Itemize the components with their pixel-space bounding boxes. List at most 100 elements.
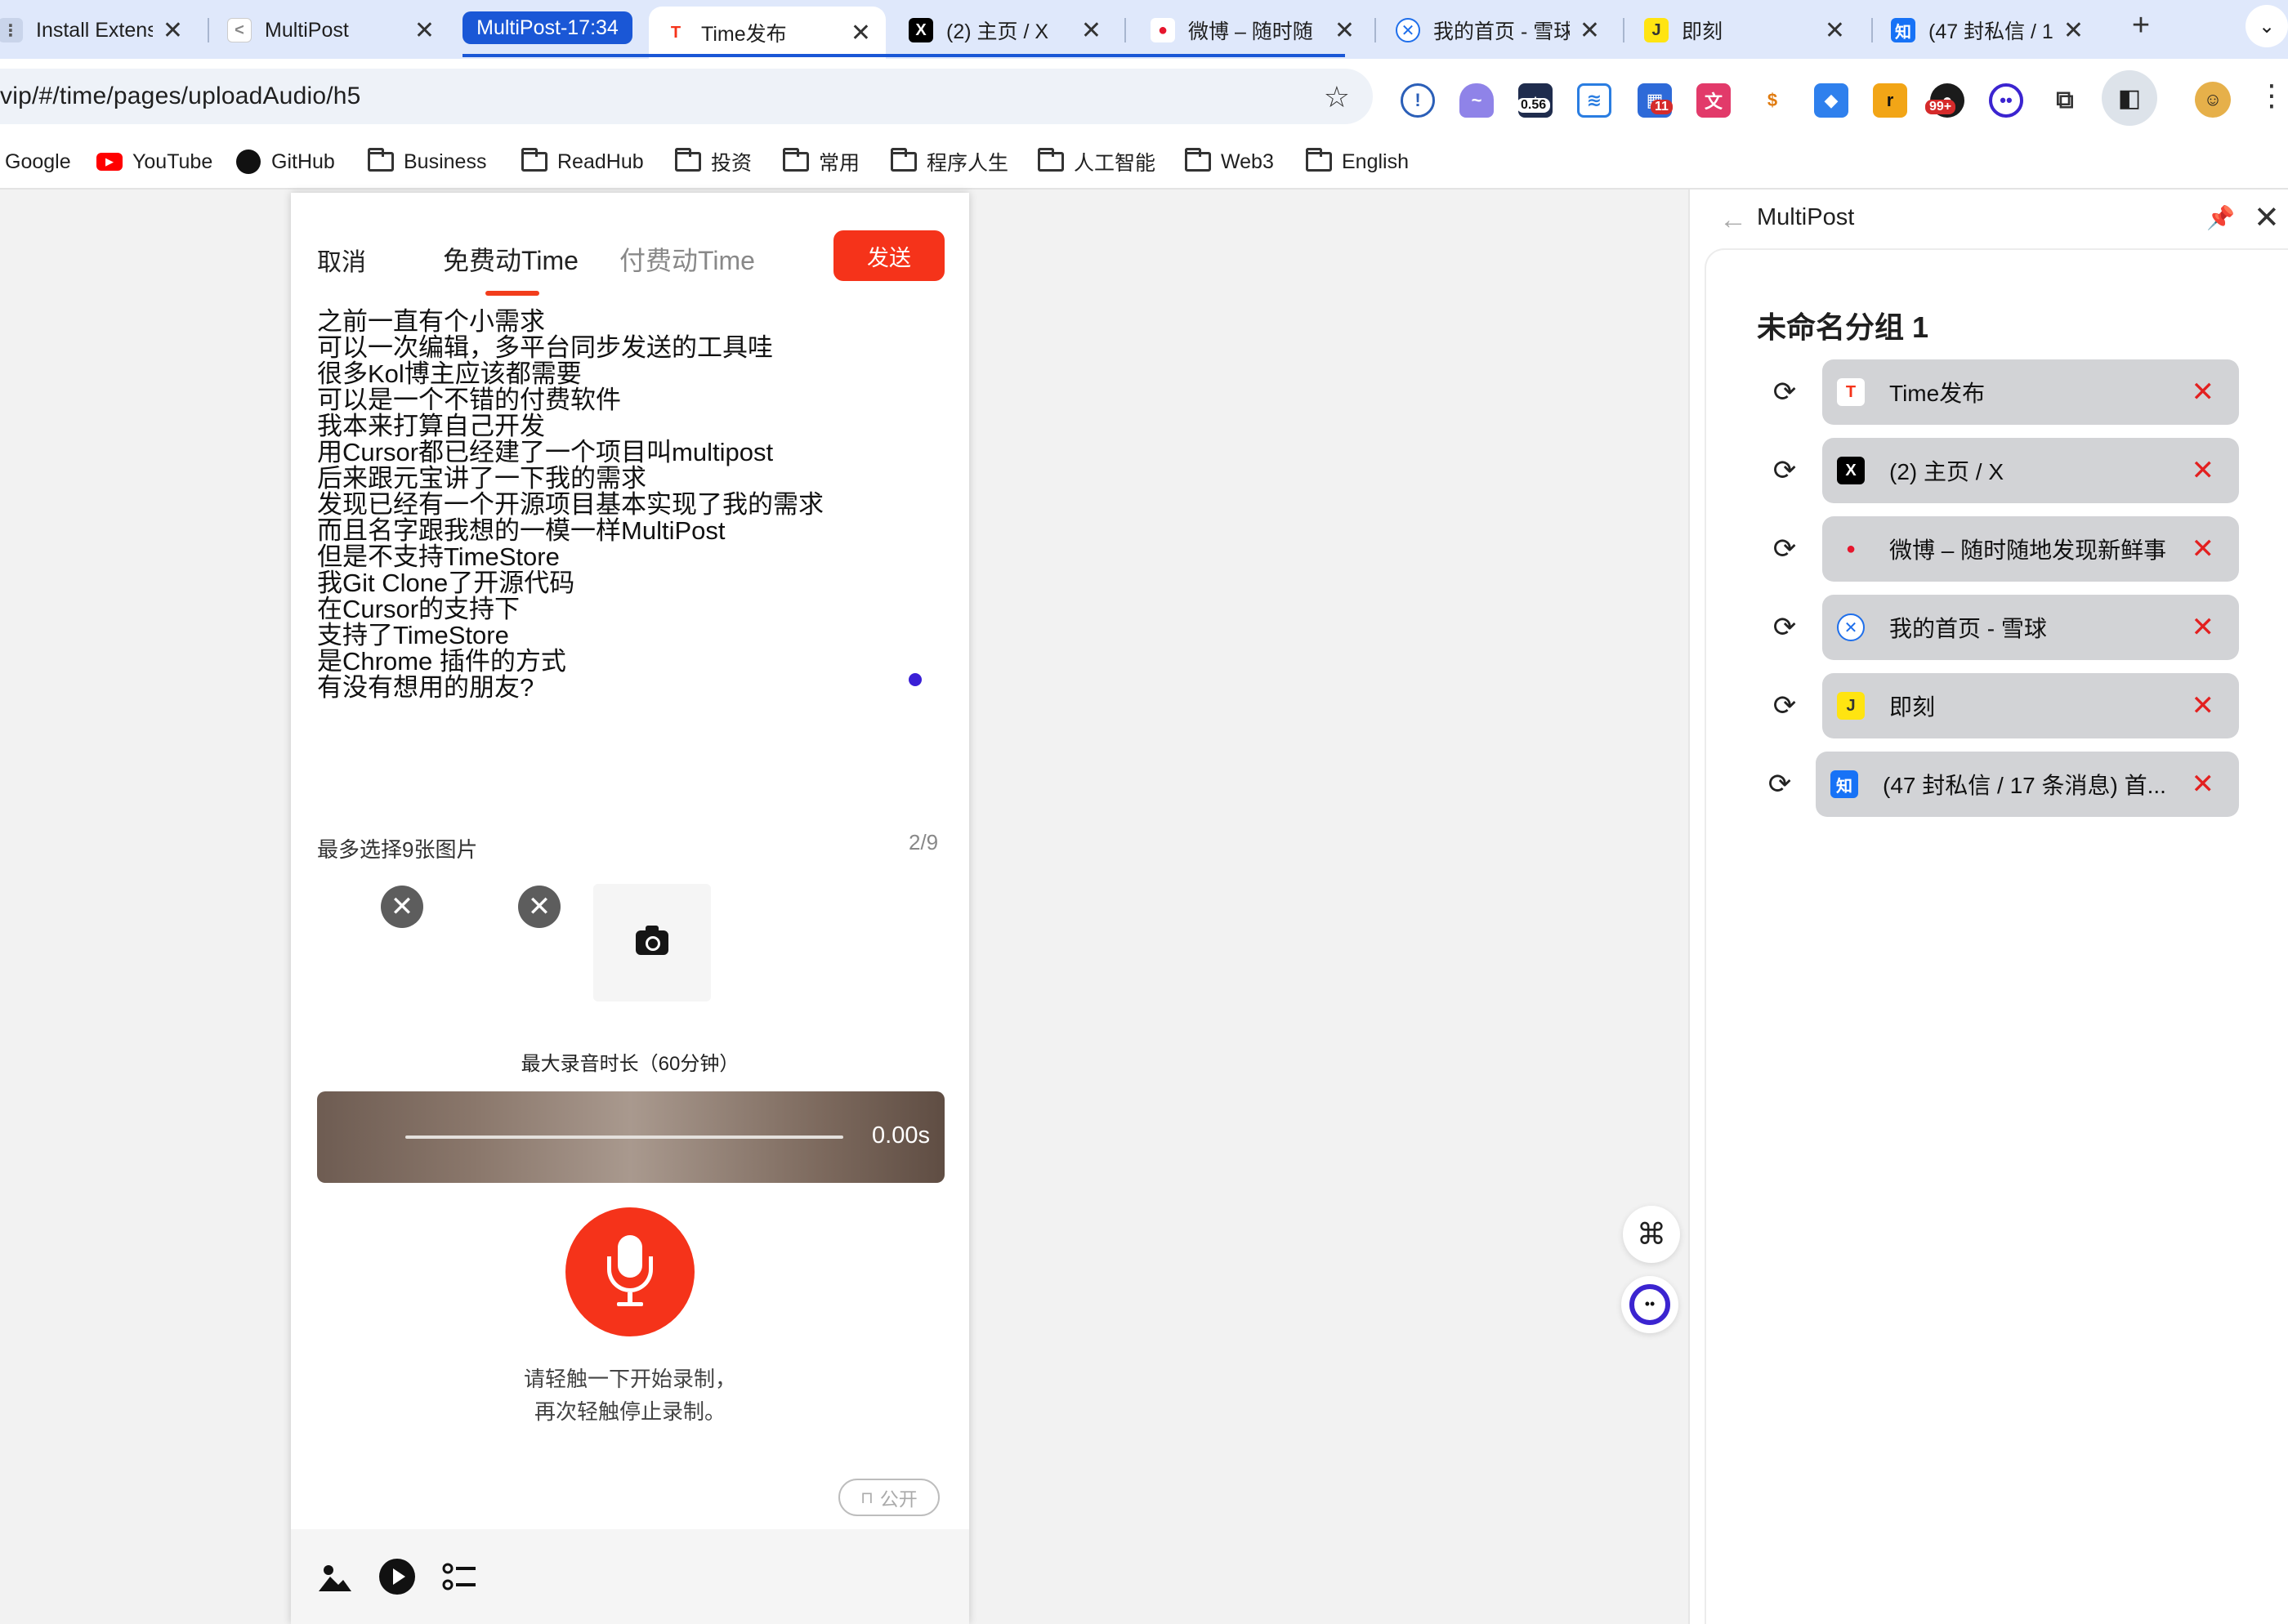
tab-paid-time[interactable]: 付费动Time [619,240,755,278]
translate-icon[interactable]: 文 [1696,83,1731,118]
close-icon[interactable]: ✕ [1580,16,1600,45]
assistant-face-icon[interactable]: •• [1621,1276,1678,1333]
image-picker-icon[interactable] [315,1557,355,1596]
remove-icon[interactable]: ✕ [2192,689,2215,722]
platform-row: ⟳ ● 微博 – 随时随地发现新鲜事 ✕ [1690,516,2288,582]
shield-icon[interactable]: ! [1401,83,1435,118]
refresh-icon[interactable]: ⟳ [1768,689,1801,722]
close-icon[interactable]: ✕ [1825,16,1845,45]
tab-label: Time发布 [701,23,787,46]
new-tab-plus-icon[interactable]: + [2123,8,2159,43]
puzzle-icon[interactable]: ⧉ [2048,83,2082,118]
close-icon[interactable]: ✕ [414,16,435,45]
refresh-icon[interactable]: ⟳ [1768,611,1801,644]
platform-item[interactable]: J 即刻 ✕ [1822,673,2239,738]
refresh-icon[interactable]: ⟳ [1768,533,1801,565]
bookmark-google[interactable]: Google [5,145,71,178]
tab-search-chevron-icon[interactable]: ⌄ [2246,5,2288,47]
tab-multipost[interactable]: < MultiPost ✕ [212,7,449,54]
platform-item[interactable]: T Time发布 ✕ [1822,359,2239,425]
ghost-icon[interactable]: ~ [1459,83,1494,118]
side-panel-toggle-icon[interactable]: ◧ [2102,70,2157,126]
post-content-textarea[interactable]: 之前一直有个小需求 可以一次编辑，多平台同步发送的工具哇 很多Kol博主应该都需… [317,309,938,701]
refresh-icon[interactable]: ⟳ [1763,768,1796,801]
remove-icon[interactable]: ✕ [2192,376,2215,408]
bookmark-folder-programmer[interactable]: 程序人生 [891,145,1008,178]
video-play-icon[interactable] [378,1557,417,1596]
tab-group-underline [463,54,1345,57]
refresh-icon[interactable]: ⟳ [1768,454,1801,487]
inbox-icon[interactable]: ≋ [1577,83,1611,118]
remove-image-2-icon[interactable]: ✕ [518,886,561,928]
close-icon[interactable]: ✕ [851,19,871,47]
face-icon[interactable]: •• [1989,83,2023,118]
refresh-icon[interactable]: ⟳ [1768,376,1801,408]
bookmark-folder-readhub[interactable]: ReadHub [521,145,644,178]
close-icon[interactable]: ✕ [163,16,183,45]
tab-weibo[interactable]: ● 微博 – 随时随 ✕ [1136,7,1370,54]
tab-install-extension[interactable]: ⋮ Install Extensi ✕ [0,7,198,54]
close-icon[interactable]: ✕ [1334,16,1355,45]
x-icon: X [1837,457,1865,484]
tab-zhihu[interactable]: 知 (47 封私信 / 1 ✕ [1876,7,2098,54]
platform-item[interactable]: 知 (47 封私信 / 17 条消息) 首... ✕ [1816,752,2239,817]
bookmark-label: 投资 [711,152,753,175]
close-icon[interactable]: ✕ [1081,16,1102,45]
pin-icon[interactable]: 📌 [2206,204,2235,231]
send-button[interactable]: 发送 [833,230,945,281]
visibility-label: 公开 [879,1488,918,1510]
bookmark-folder-business[interactable]: Business [368,145,486,178]
platform-item[interactable]: X (2) 主页 / X ✕ [1822,438,2239,503]
tab-group-chip[interactable]: MultiPost-17:34 [463,11,632,44]
tab-time-publish[interactable]: T Time发布 ✕ [649,7,886,59]
bookmark-folder-common[interactable]: 常用 [783,145,860,178]
remove-icon[interactable]: ✕ [2192,768,2215,801]
youtube-icon: ▶ [96,151,123,172]
bookmark-folder-web3[interactable]: Web3 [1185,145,1274,178]
back-arrow-icon[interactable]: ← [1719,204,1747,236]
platform-item[interactable]: ● 微博 – 随时随地发现新鲜事 ✕ [1822,516,2239,582]
coin-icon[interactable]: $ [1755,83,1790,118]
remove-icon[interactable]: ✕ [2192,454,2215,487]
close-icon[interactable]: ✕ [2063,16,2084,45]
bookmark-folder-invest[interactable]: 投资 [675,145,752,178]
visibility-toggle[interactable]: ⊓ 公开 [838,1479,940,1516]
tab-free-time[interactable]: 免费动Time [443,240,579,278]
editor-footer [291,1529,969,1624]
record-button[interactable] [565,1207,695,1336]
tab-xueqiu[interactable]: ✕ 我的首页 - 雪球 ✕ [1381,7,1615,54]
record-hint-line1: 请轻触一下开始录制， [523,1367,736,1391]
bookmark-star-icon[interactable]: ☆ [1324,80,1350,114]
tab-jike[interactable]: J 即刻 ✕ [1629,7,1860,54]
bookmark-folder-english[interactable]: English [1306,145,1409,178]
r-icon[interactable]: r [1873,83,1907,118]
meter-label: 0.56 [1517,98,1551,113]
xueqiu-icon: ✕ [1837,613,1865,641]
cancel-button[interactable]: 取消 [317,242,366,278]
add-image-button[interactable] [593,884,711,1002]
bookmark-github[interactable]: GitHub [235,145,335,178]
platform-label: (2) 主页 / X [1889,459,2004,484]
list-options-icon[interactable] [440,1557,479,1596]
record-time: 0.00s [872,1122,930,1149]
content-line: 我Git Clone了开源代码 [317,569,575,597]
box-icon[interactable]: ◆ [1814,83,1848,118]
more-menu-icon[interactable]: ⋮ [2257,78,2286,113]
remove-icon[interactable]: ✕ [2192,533,2215,565]
content-line: 但是不支持TimeStore [317,542,560,571]
address-url[interactable]: vip/#/time/pages/uploadAudio/h5 [0,83,361,110]
tab-x-home[interactable]: X (2) 主页 / X ✕ [894,7,1116,54]
shortcut-command-icon[interactable]: ⌘ [1623,1206,1680,1263]
audio-waveform: 0.00s [317,1091,945,1183]
bookmark-folder-ai[interactable]: 人工智能 [1038,145,1155,178]
avatar[interactable]: ☺ [2195,82,2231,118]
close-icon[interactable]: ✕ [2254,199,2280,236]
address-bar[interactable]: vip/#/time/pages/uploadAudio/h5 ☆ [0,69,1373,124]
side-panel: ← MultiPost 📌 ✕ 未命名分组 1 ⟳ T Time发布 ✕ ⟳ X… [1688,190,2288,1624]
audio-progress-track[interactable] [405,1135,843,1139]
remove-image-1-icon[interactable]: ✕ [381,886,423,928]
folder-icon [1038,148,1064,172]
bookmark-youtube[interactable]: ▶ YouTube [96,145,212,178]
remove-icon[interactable]: ✕ [2192,611,2215,644]
platform-item[interactable]: ✕ 我的首页 - 雪球 ✕ [1822,595,2239,660]
